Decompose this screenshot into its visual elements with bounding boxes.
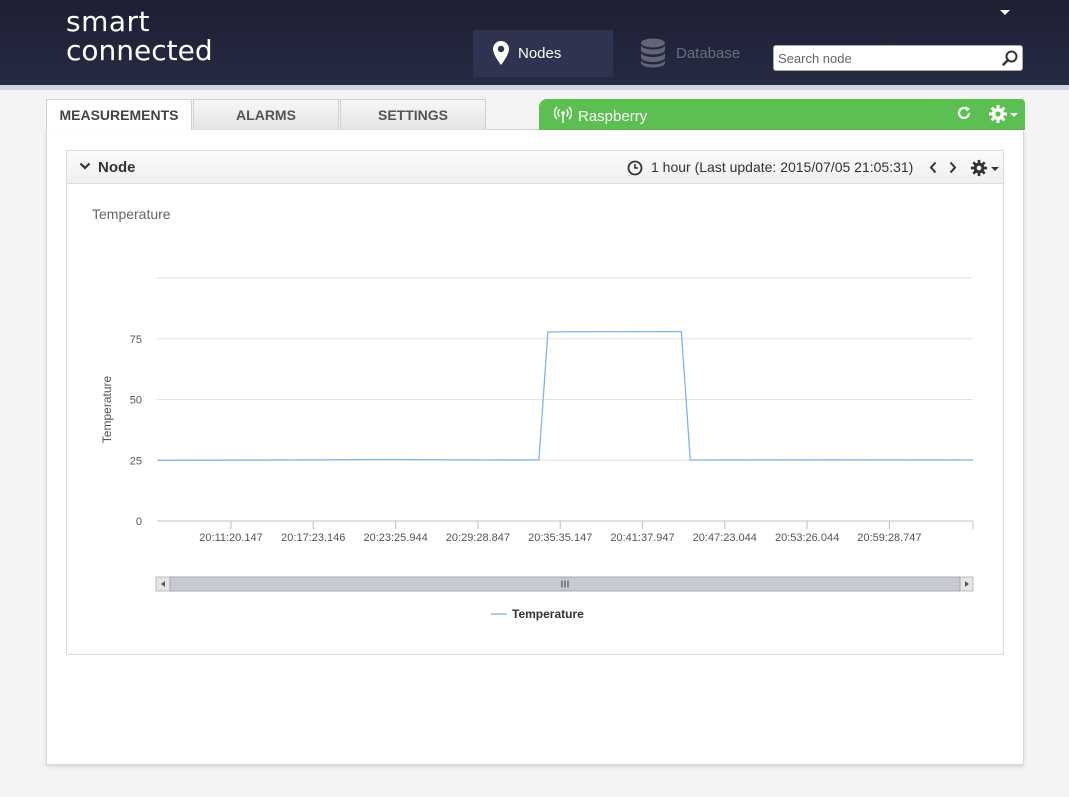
- node-title-bar: Raspberry: [539, 99, 1025, 130]
- refresh-icon[interactable]: [956, 105, 972, 121]
- y-axis-label: Temperature: [100, 375, 114, 443]
- node-name: Raspberry: [578, 108, 648, 125]
- nav-nodes-label: Nodes: [518, 45, 562, 62]
- y-tick-label: 75: [130, 334, 142, 346]
- y-tick-label: 25: [130, 455, 142, 467]
- tab-settings[interactable]: SETTINGS: [340, 99, 486, 130]
- map-pin-icon: [493, 41, 509, 65]
- chart-title: Temperature: [92, 206, 171, 222]
- settings-gear-icon[interactable]: [988, 104, 1008, 124]
- y-tick-label: 0: [136, 516, 142, 528]
- chevron-right-icon[interactable]: [948, 161, 958, 174]
- chevron-left-icon[interactable]: [928, 161, 938, 174]
- temperature-chart: Temperature 0 25 50 75 Temperature 20:11:20.14…: [92, 206, 974, 621]
- widget-header: Node 1 hour (Last update: 2015/07/05 21:…: [67, 151, 1003, 184]
- logo[interactable]: smart connected: [66, 8, 213, 65]
- x-tick-label: 20:17:23.146: [281, 532, 345, 544]
- nav-nodes[interactable]: Nodes: [473, 30, 613, 77]
- tab-alarms[interactable]: ALARMS: [193, 99, 339, 130]
- y-tick-label: 50: [130, 395, 142, 407]
- header-divider: [0, 85, 1069, 90]
- logo-line-1: smart: [66, 5, 151, 38]
- widget-title: Node: [98, 159, 136, 176]
- time-range-text[interactable]: 1 hour (Last update: 2015/07/05 21:05:31…: [651, 159, 913, 175]
- chevron-down-icon[interactable]: [79, 160, 91, 172]
- user-menu-caret-icon[interactable]: [1000, 10, 1010, 15]
- top-navbar: smart connected Nodes Database: [0, 0, 1069, 85]
- nav-database-label: Database: [676, 45, 741, 62]
- x-tick-label: 20:23:25.944: [363, 532, 427, 544]
- database-icon: [641, 38, 665, 68]
- widget-gear-icon[interactable]: [970, 159, 988, 177]
- widget-gear-caret-icon[interactable]: [991, 167, 999, 171]
- x-tick-label: 20:47:23.044: [693, 532, 757, 544]
- search-icon[interactable]: [1002, 50, 1018, 66]
- series-line-temperature: [156, 330, 974, 461]
- tab-measurements[interactable]: MEASUREMENTS: [46, 99, 192, 131]
- antenna-signal-icon: [554, 106, 572, 123]
- legend-label: Temperature: [512, 607, 584, 621]
- logo-line-2: connected: [66, 34, 213, 67]
- settings-caret-icon[interactable]: [1010, 113, 1018, 117]
- search-box: [773, 45, 1023, 71]
- x-tick-label: 20:35:35.147: [528, 532, 592, 544]
- x-tick-label: 20:59:28.747: [857, 532, 921, 544]
- x-tick-label: 20:41:37.947: [610, 532, 674, 544]
- x-tick-label: 20:29:28.847: [446, 532, 510, 544]
- x-tick-label: 20:11:20.147: [199, 532, 262, 544]
- x-tick-label: 20:53:26.044: [775, 532, 839, 544]
- search-input[interactable]: [778, 49, 993, 67]
- clock-icon: [627, 160, 643, 176]
